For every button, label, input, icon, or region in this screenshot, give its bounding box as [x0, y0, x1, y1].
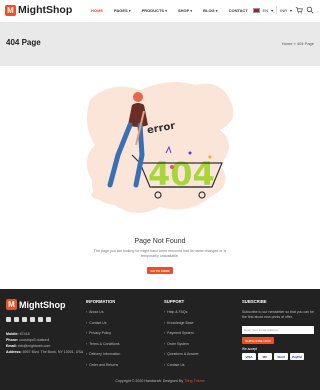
support-link[interactable]: Knowledge Base [164, 321, 199, 325]
nav-products[interactable]: PRODUCTS ▾ [142, 8, 167, 13]
nav-contact[interactable]: CONTACT [229, 8, 248, 13]
info-link[interactable]: Contact Us [86, 321, 120, 325]
copyright: Copyright © 2020 Handicraft. Designed By… [115, 379, 205, 383]
social-links [6, 317, 51, 322]
support-column: SUPPORT Help & FAQs Knowledge Base Payme… [164, 299, 199, 373]
support-heading: SUPPORT [164, 299, 185, 304]
we-accept-label: We accept [242, 347, 258, 351]
pinterest-icon[interactable] [30, 317, 35, 322]
go-home-button[interactable]: GO TO HOME [147, 267, 173, 274]
chevron-down-icon: ▾ [289, 7, 292, 13]
site-header: M MightShop HOME PAGES ▾ PRODUCTS ▾ SHOP… [0, 0, 320, 22]
logo[interactable]: M MightShop [5, 4, 72, 16]
not-found-title: Page Not Found [134, 238, 186, 245]
subscribe-column: SUBSCRIBE Subscribe to our newsletter so… [242, 299, 314, 360]
youtube-icon[interactable] [38, 317, 43, 322]
email-input[interactable]: Enter Your Email Address [242, 326, 314, 334]
payment-methods: VISA MC Skrill PayPal [242, 353, 314, 360]
support-link[interactable]: Order System [164, 342, 199, 346]
nav-home[interactable]: HOME [91, 8, 103, 13]
currency-select[interactable]: INR [280, 8, 287, 13]
divider [276, 6, 278, 14]
twitter-icon[interactable] [14, 317, 19, 322]
nav-blog[interactable]: BLOG ▾ [203, 8, 217, 13]
nav-shop[interactable]: SHOP ▾ [178, 8, 192, 13]
chevron-down-icon: ▾ [271, 7, 274, 13]
logo-text: MightShop [19, 299, 66, 310]
logo-mark: M [5, 4, 16, 16]
support-link[interactable]: Help & FAQs [164, 310, 199, 314]
designer-link[interactable]: Tiling Theme [184, 379, 205, 383]
facebook-icon[interactable] [6, 317, 11, 322]
site-footer: M MightShop Mobile: 67418 Phone: coustnp… [0, 289, 320, 390]
information-column: INFORMATION About Us Contact Us Privacy … [86, 299, 120, 373]
google-plus-icon[interactable] [46, 317, 51, 322]
support-link[interactable]: Payment System [164, 331, 199, 335]
info-link[interactable]: Privacy Policy [86, 331, 120, 335]
subscribe-text: Subscribe to our newsletter so that you … [242, 310, 314, 319]
logo-text: MightShop [18, 4, 73, 16]
header-tools: EN ▾ INR ▾ [252, 6, 314, 14]
support-link[interactable]: Questions & Answer [164, 352, 199, 356]
contact-info: Mobile: 67418 Phone: coustnpc5 dustun4 E… [6, 331, 83, 355]
chevron-down-icon: ▾ [190, 9, 193, 13]
subscribe-button[interactable]: SUBSCRIBE NOW [242, 337, 274, 344]
mastercard-icon: MC [258, 353, 272, 360]
chevron-down-icon: ▾ [165, 9, 167, 13]
support-link[interactable]: Contact Us [164, 363, 199, 367]
info-link[interactable]: Delivery Information [86, 352, 120, 356]
page-banner: 404 Page Home » 404 Page [0, 22, 320, 66]
chevron-down-icon: ▾ [215, 9, 218, 13]
404-illustration: error 404 [86, 81, 234, 214]
skrill-icon: Skrill [274, 353, 288, 360]
chevron-down-icon: ▾ [128, 9, 131, 13]
footer-logo[interactable]: M MightShop [6, 299, 66, 310]
breadcrumb[interactable]: Home » 404 Page [282, 41, 314, 46]
main-nav: HOME PAGES ▾ PRODUCTS ▾ SHOP ▾ BLOG ▾ CO… [91, 8, 259, 13]
language-select[interactable]: EN [263, 8, 269, 13]
contact-address: Address: 8957 Blvd. The Bunk, NY 10001, … [6, 350, 84, 354]
search-icon[interactable] [306, 6, 314, 14]
paypal-icon: PayPal [290, 353, 304, 360]
not-found-text: The page you are looking for might have … [93, 249, 227, 258]
visa-icon: VISA [242, 353, 256, 360]
information-heading: INFORMATION [86, 299, 116, 304]
cart-icon[interactable] [295, 6, 303, 14]
logo-mark: M [6, 299, 17, 310]
linkedin-icon[interactable] [22, 317, 27, 322]
subscribe-heading: SUBSCRIBE [242, 299, 267, 304]
nav-pages[interactable]: PAGES ▾ [114, 8, 131, 13]
page-title: 404 Page [6, 38, 41, 47]
flag-icon [252, 7, 260, 13]
info-link[interactable]: Terms & Conditions [86, 342, 120, 346]
info-link[interactable]: Order and Returns [86, 363, 120, 367]
info-link[interactable]: About Us [86, 310, 120, 314]
